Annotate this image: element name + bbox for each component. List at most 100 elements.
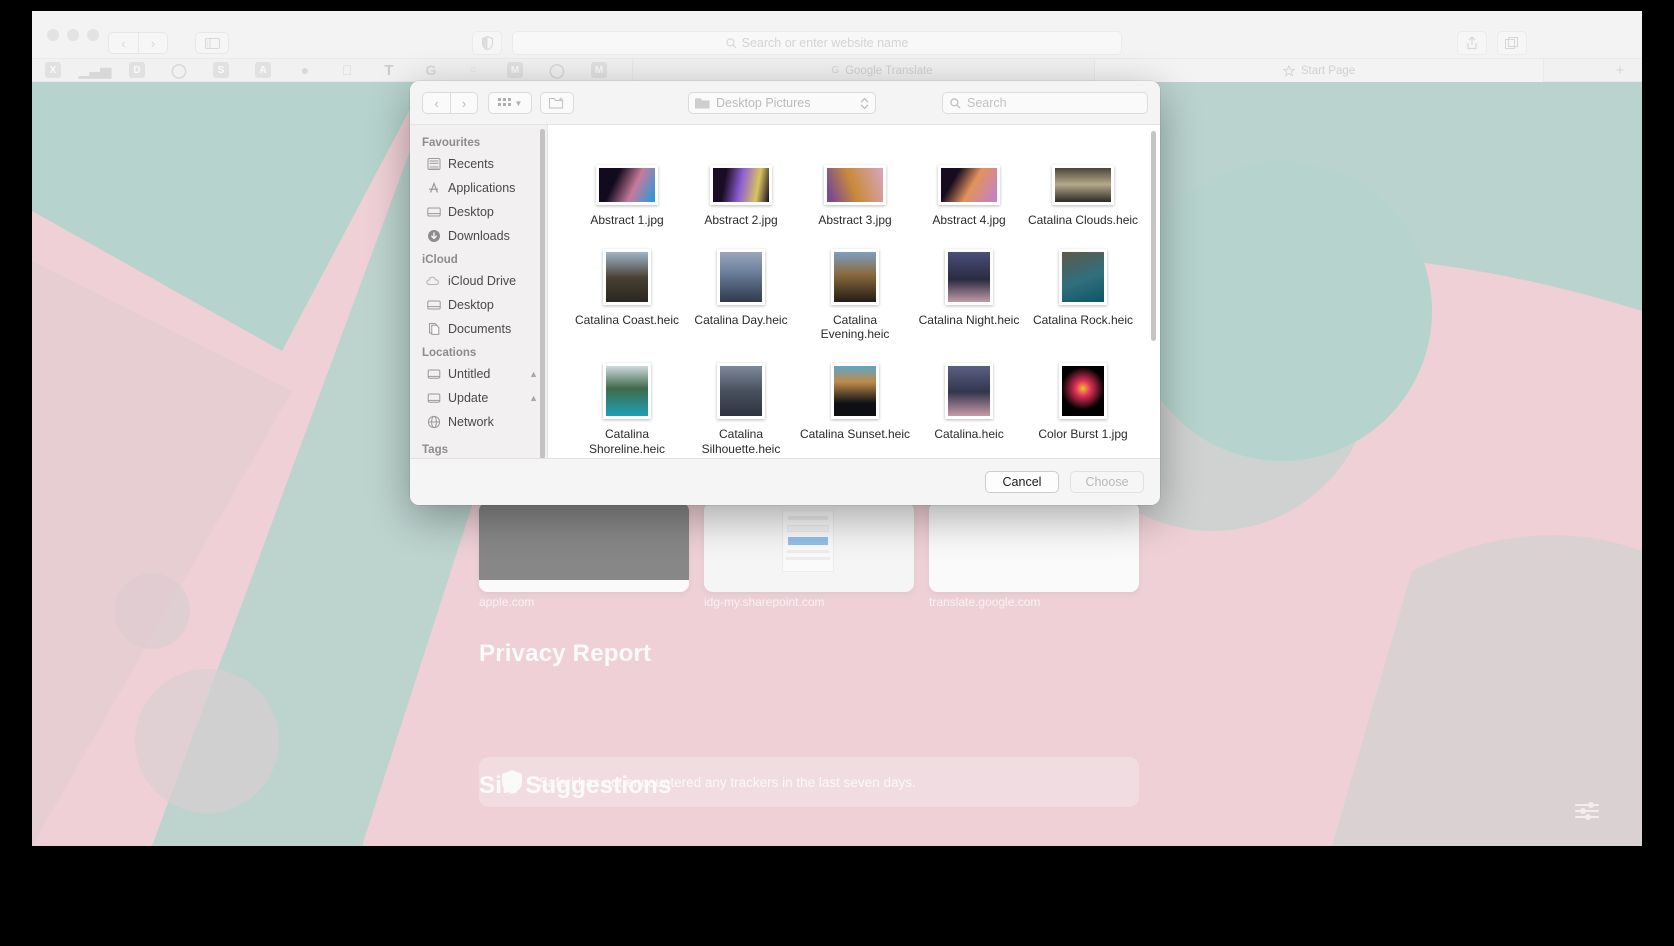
file-item[interactable]: Catalina Sunset.heic [798,355,912,456]
favicon-word[interactable]: D [129,62,145,78]
file-item[interactable]: Catalina Day.heic [684,241,798,342]
chevron-down-icon: ▼ [515,99,523,108]
file-name: Abstract 4.jpg [932,213,1005,228]
favicon-bulb[interactable]: ● [297,62,313,78]
file-item[interactable]: Catalina Rock.heic [1026,241,1140,342]
dialog-back-button[interactable]: ‹ [422,92,450,114]
eject-icon[interactable]: ▲ [529,369,538,379]
file-item[interactable]: Abstract 2.jpg [684,141,798,228]
favorite-thumb-translate[interactable] [929,502,1139,592]
cancel-button[interactable]: Cancel [985,471,1059,493]
file-item[interactable]: Catalina Coast.heic [570,241,684,342]
path-popup-label: Desktop Pictures [716,96,854,110]
favicon-chart[interactable]: ▁▃▅ [87,62,103,78]
sidebar-item-label: iCloud Drive [448,274,516,288]
sidebar-section-locations: Locations [410,341,547,362]
file-thumbnail [717,363,765,419]
favicon-excel[interactable]: X [45,62,61,78]
folder-icon [695,97,710,109]
screen: apple.com idg-my.sharepoint.com translat… [0,0,1674,946]
favorite-thumb-sharepoint[interactable] [704,502,914,592]
file-name: Catalina Rock.heic [1033,313,1133,328]
favicon-apple[interactable]:  [339,62,355,78]
favicon-doho[interactable]: □ [465,62,481,78]
favicon-lock[interactable]: ◯ [171,62,187,78]
window-close-button[interactable] [47,29,59,41]
favicon-translate[interactable]: G [423,62,439,78]
favorite-label-translate: translate.google.com [929,595,1040,609]
tab-overview-icon[interactable] [1497,31,1527,55]
file-item[interactable]: Catalina Night.heic [912,241,1026,342]
favicon-m2[interactable]: M [591,62,607,78]
file-item[interactable]: Catalina Clouds.heic [1026,141,1140,228]
sidebar-item-icloud-drive[interactable]: iCloud Drive [410,269,547,293]
file-grid-scrollbar[interactable] [1151,131,1156,341]
address-bar-placeholder: Search or enter website name [742,36,909,50]
new-folder-button[interactable] [540,92,574,114]
file-thumbnail [945,249,993,305]
sidebar-item-downloads[interactable]: Downloads [410,224,547,248]
sidebar-item-desktop[interactable]: Desktop [410,200,547,224]
file-item[interactable]: Abstract 1.jpg [570,141,684,228]
file-thumbnail [824,165,886,205]
desktop-icon [426,205,441,220]
tab-google-translate[interactable]: G Google Translate [632,59,1132,82]
sidebar-item-label: Desktop [448,298,494,312]
sidebar-item-icloud-desktop[interactable]: Desktop [410,293,547,317]
file-item[interactable]: Catalina Silhouette.heic [684,355,798,456]
sidebar-toggle-button[interactable] [195,32,229,54]
sidebar-section-tags: Tags [410,434,547,458]
sidebar-item-network[interactable]: Network [410,410,547,434]
favorite-thumb-apple[interactable] [479,502,689,592]
tab-start-page[interactable]: Start Page [1094,59,1544,82]
favicon-m[interactable]: M [507,62,523,78]
address-bar[interactable]: Search or enter website name [512,31,1122,55]
sliders-icon[interactable] [1570,794,1604,828]
browser-back-button[interactable]: ‹ [108,32,138,54]
file-name: Catalina Clouds.heic [1028,213,1138,228]
file-item[interactable]: Catalina.heic [912,355,1026,456]
file-thumbnail [603,249,651,305]
sidebar-section-icloud: iCloud [410,248,547,269]
sidebar-scrollbar[interactable] [540,129,545,458]
path-popup-button[interactable]: Desktop Pictures [688,92,876,114]
new-folder-icon [549,97,565,109]
sidebar-item-update[interactable]: Update ▲ [410,386,547,410]
sidebar-item-documents[interactable]: Documents [410,317,547,341]
file-item[interactable]: Color Burst 1.jpg [1026,355,1140,456]
eject-icon[interactable]: ▲ [529,393,538,403]
favicon-oval[interactable]: ◯ [549,62,565,78]
browser-forward-button[interactable]: › [138,32,168,54]
file-item[interactable]: Abstract 3.jpg [798,141,912,228]
view-options-button[interactable]: ▼ [488,92,532,114]
file-item[interactable]: Catalina Shoreline.heic [570,355,684,456]
downloads-icon [426,229,441,244]
choose-button: Choose [1070,471,1144,493]
favicon-s[interactable]: S [213,62,229,78]
window-minimize-button[interactable] [67,29,79,41]
window-maximize-button[interactable] [87,29,99,41]
file-name: Catalina Day.heic [694,313,787,328]
share-icon[interactable] [1457,31,1487,55]
file-name: Abstract 1.jpg [590,213,663,228]
file-name: Catalina Shoreline.heic [570,427,684,456]
privacy-report-title: Privacy Report [479,640,651,668]
documents-icon [426,322,441,337]
file-thumbnail [596,165,658,205]
sidebar-item-label: Recents [448,157,494,171]
new-tab-button[interactable]: + [1600,59,1640,82]
file-item[interactable]: Abstract 4.jpg [912,141,1026,228]
dialog-search-field[interactable]: Search [942,92,1148,114]
dialog-toolbar: ‹ › ▼ D [410,81,1160,125]
sidebar-item-untitled[interactable]: Untitled ▲ [410,362,547,386]
network-icon [426,415,441,430]
sidebar-item-recents[interactable]: Recents [410,152,547,176]
favicon-a[interactable]: A [255,62,271,78]
sidebar-item-label: Applications [448,181,515,195]
sidebar-item-applications[interactable]: Applications [410,176,547,200]
dialog-forward-button[interactable]: › [450,92,478,114]
favicon-text[interactable]: T [381,62,397,78]
file-name: Catalina Evening.heic [798,313,912,342]
privacy-shield-icon[interactable] [472,31,502,55]
file-item[interactable]: Catalina Evening.heic [798,241,912,342]
